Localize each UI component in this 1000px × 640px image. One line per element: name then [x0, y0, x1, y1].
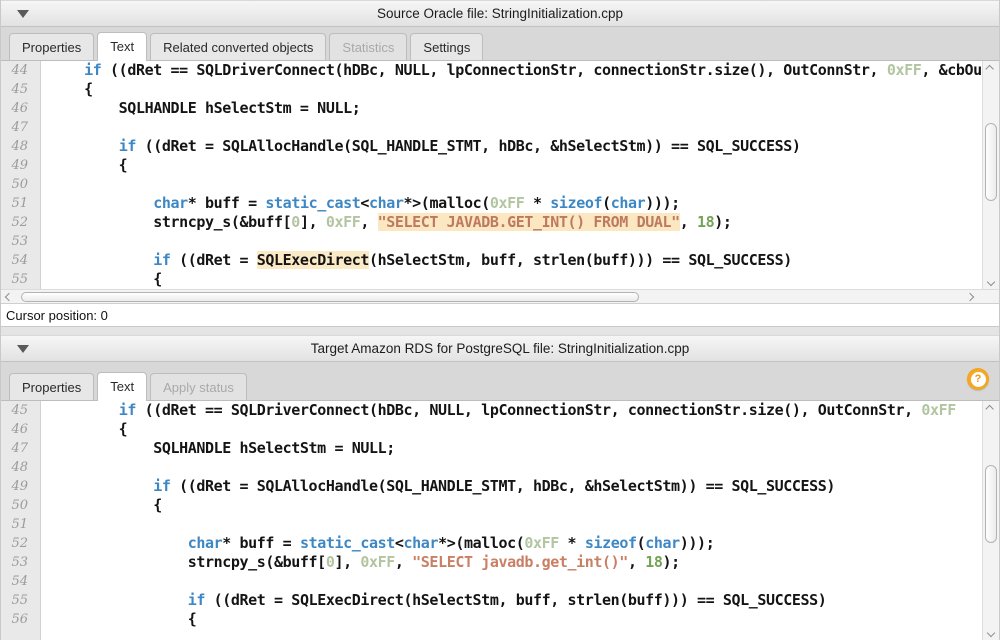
target-code-editor[interactable]: 45 if ((dRet == SQLDriverConnect(hDBc, N…	[1, 401, 999, 640]
target-tabstrip: Properties Text Apply status ?	[1, 362, 999, 401]
code-line[interactable]: 53 strncpy_s(&buff[0], 0xFF, "SELECT jav…	[1, 553, 982, 572]
code-line[interactable]: 47	[1, 118, 982, 137]
source-code-area[interactable]: 44 if ((dRet == SQLDriverConnect(hDBc, N…	[1, 61, 982, 289]
code-line[interactable]: 55 if ((dRet = SQLExecDirect(hSelectStm,…	[1, 591, 982, 610]
code-line[interactable]: 52 char* buff = static_cast<char*>(mallo…	[1, 534, 982, 553]
line-number: 51	[1, 515, 41, 534]
scroll-down-icon[interactable]	[983, 625, 999, 640]
line-number: 46	[1, 420, 41, 439]
scroll-down-icon[interactable]	[983, 274, 999, 289]
line-number: 48	[1, 137, 41, 156]
tab-source-text[interactable]: Text	[97, 32, 147, 61]
code-line[interactable]: 45 if ((dRet == SQLDriverConnect(hDBc, N…	[1, 401, 982, 420]
tab-target-apply-status: Apply status	[150, 373, 247, 400]
code-line[interactable]: 48 if ((dRet = SQLAllocHandle(SQL_HANDLE…	[1, 137, 982, 156]
line-number: 49	[1, 477, 41, 496]
source-horizontal-scrollbar[interactable]	[1, 289, 999, 304]
code-line[interactable]: 50	[1, 175, 982, 194]
line-number: 50	[1, 175, 41, 194]
tab-target-text[interactable]: Text	[97, 372, 147, 401]
line-number: 46	[1, 99, 41, 118]
line-number: 47	[1, 439, 41, 458]
code-line[interactable]: 48	[1, 458, 982, 477]
panel-divider	[1, 327, 999, 335]
scroll-left-icon[interactable]	[1, 290, 16, 303]
tab-source-related-converted-objects[interactable]: Related converted objects	[150, 33, 326, 60]
code-line[interactable]: 52 strncpy_s(&buff[0], 0xFF, "SELECT JAV…	[1, 213, 982, 232]
line-number: 55	[1, 270, 41, 289]
line-number: 49	[1, 156, 41, 175]
code-line[interactable]: 49 if ((dRet = SQLAllocHandle(SQL_HANDLE…	[1, 477, 982, 496]
line-number: 48	[1, 458, 41, 477]
target-vscroll-thumb[interactable]	[985, 465, 997, 543]
source-vscroll-thumb[interactable]	[985, 123, 997, 201]
collapse-target-button[interactable]	[15, 341, 31, 357]
line-number: 53	[1, 553, 41, 572]
target-code-area[interactable]: 45 if ((dRet == SQLDriverConnect(hDBc, N…	[1, 401, 982, 640]
target-vertical-scrollbar[interactable]	[982, 401, 999, 640]
target-panel-title: Target Amazon RDS for PostgreSQL file: S…	[311, 341, 689, 356]
code-line[interactable]: 49 {	[1, 156, 982, 175]
target-panel-header: Target Amazon RDS for PostgreSQL file: S…	[1, 335, 999, 362]
line-number: 45	[1, 80, 41, 99]
scroll-up-icon[interactable]	[983, 61, 999, 76]
line-number: 53	[1, 232, 41, 251]
source-hscroll-thumb[interactable]	[21, 292, 639, 302]
code-line[interactable]: 46 {	[1, 420, 982, 439]
line-number: 54	[1, 572, 41, 591]
tab-target-properties[interactable]: Properties	[9, 373, 94, 400]
code-line[interactable]: 53	[1, 232, 982, 251]
collapse-source-button[interactable]	[15, 6, 31, 22]
code-line[interactable]: 47 SQLHANDLE hSelectStm = NULL;	[1, 439, 982, 458]
code-line[interactable]: 51 char* buff = static_cast<char*>(mallo…	[1, 194, 982, 213]
source-code-editor[interactable]: 44 if ((dRet == SQLDriverConnect(hDBc, N…	[1, 61, 999, 289]
code-line[interactable]: 54 if ((dRet = SQLExecDirect(hSelectStm,…	[1, 251, 982, 270]
code-line[interactable]: 51	[1, 515, 982, 534]
line-number: 47	[1, 118, 41, 137]
line-number: 44	[1, 61, 41, 80]
code-line[interactable]: 45 {	[1, 80, 982, 99]
cursor-position-bar: Cursor position: 0	[1, 304, 999, 327]
line-number: 52	[1, 213, 41, 232]
source-vertical-scrollbar[interactable]	[982, 61, 999, 289]
triangle-down-icon	[17, 345, 29, 353]
line-number: 56	[1, 610, 41, 629]
schema-conversion-tool-window: Source Oracle file: StringInitialization…	[0, 0, 1000, 640]
code-line[interactable]: 50 {	[1, 496, 982, 515]
source-tabstrip: Properties Text Related converted object…	[1, 27, 999, 61]
source-panel-title: Source Oracle file: StringInitialization…	[377, 6, 623, 21]
line-number: 45	[1, 401, 41, 420]
line-number: 55	[1, 591, 41, 610]
line-number: 51	[1, 194, 41, 213]
help-icon[interactable]: ?	[967, 368, 989, 390]
code-line[interactable]: 54	[1, 572, 982, 591]
tab-source-settings[interactable]: Settings	[410, 33, 483, 60]
scroll-right-icon[interactable]	[962, 290, 977, 303]
scroll-up-icon[interactable]	[983, 401, 999, 416]
line-number: 52	[1, 534, 41, 553]
tab-source-statistics: Statistics	[329, 33, 407, 60]
triangle-down-icon	[17, 10, 29, 18]
code-line[interactable]: 46 SQLHANDLE hSelectStm = NULL;	[1, 99, 982, 118]
code-line[interactable]: 55 {	[1, 270, 982, 289]
source-panel-header: Source Oracle file: StringInitialization…	[1, 0, 999, 27]
cursor-position-text: Cursor position: 0	[6, 308, 108, 323]
code-line[interactable]: 56 {	[1, 610, 982, 629]
line-number: 50	[1, 496, 41, 515]
code-line[interactable]: 44 if ((dRet == SQLDriverConnect(hDBc, N…	[1, 61, 982, 80]
line-number: 54	[1, 251, 41, 270]
tab-source-properties[interactable]: Properties	[9, 33, 94, 60]
